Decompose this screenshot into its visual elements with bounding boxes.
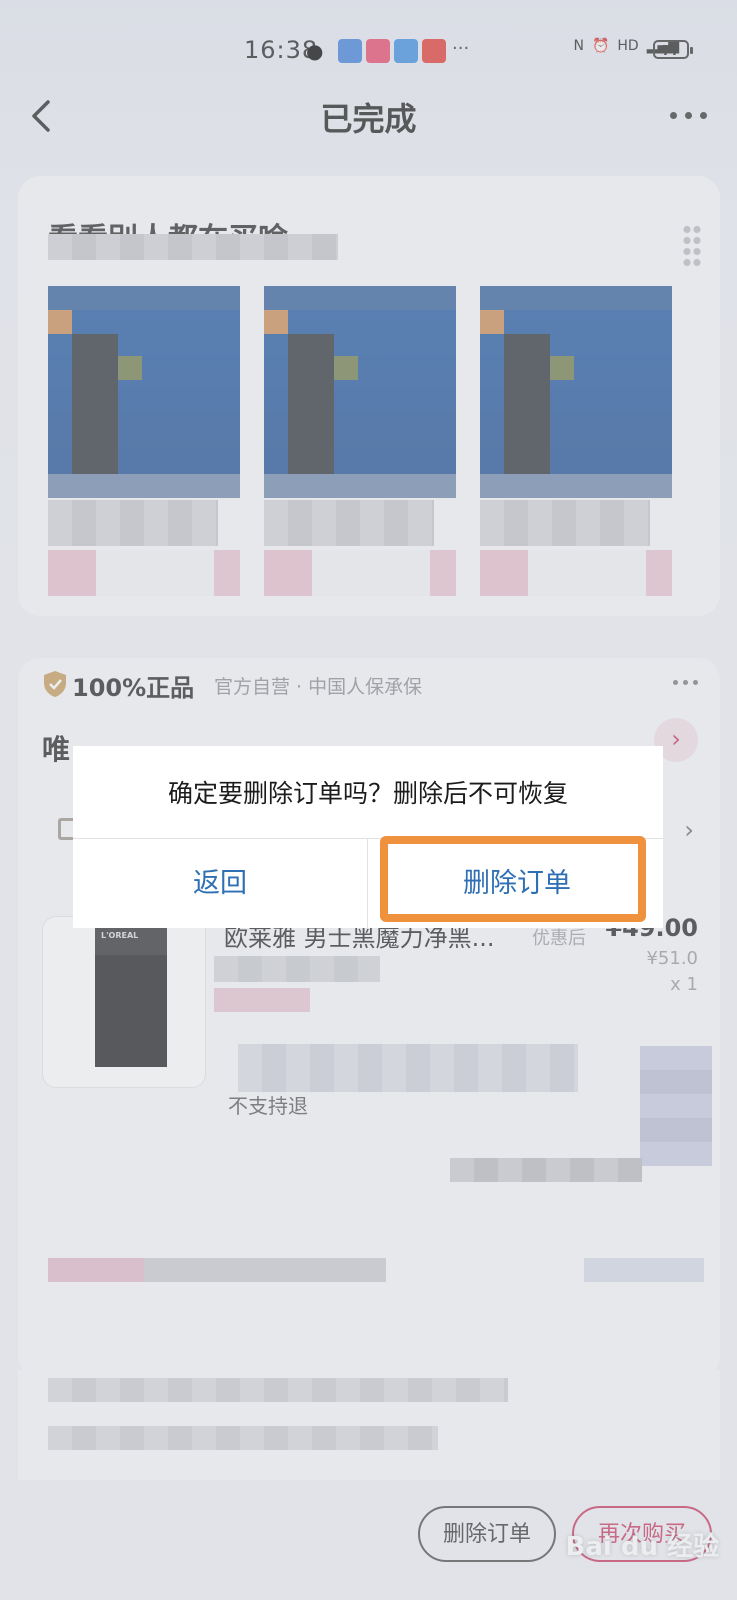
dialog-message: 确定要删除订单吗？删除后不可恢复 xyxy=(167,779,568,808)
back-button[interactable]: 返回 xyxy=(73,839,367,928)
highlight-box xyxy=(380,836,646,922)
divider xyxy=(367,838,368,928)
